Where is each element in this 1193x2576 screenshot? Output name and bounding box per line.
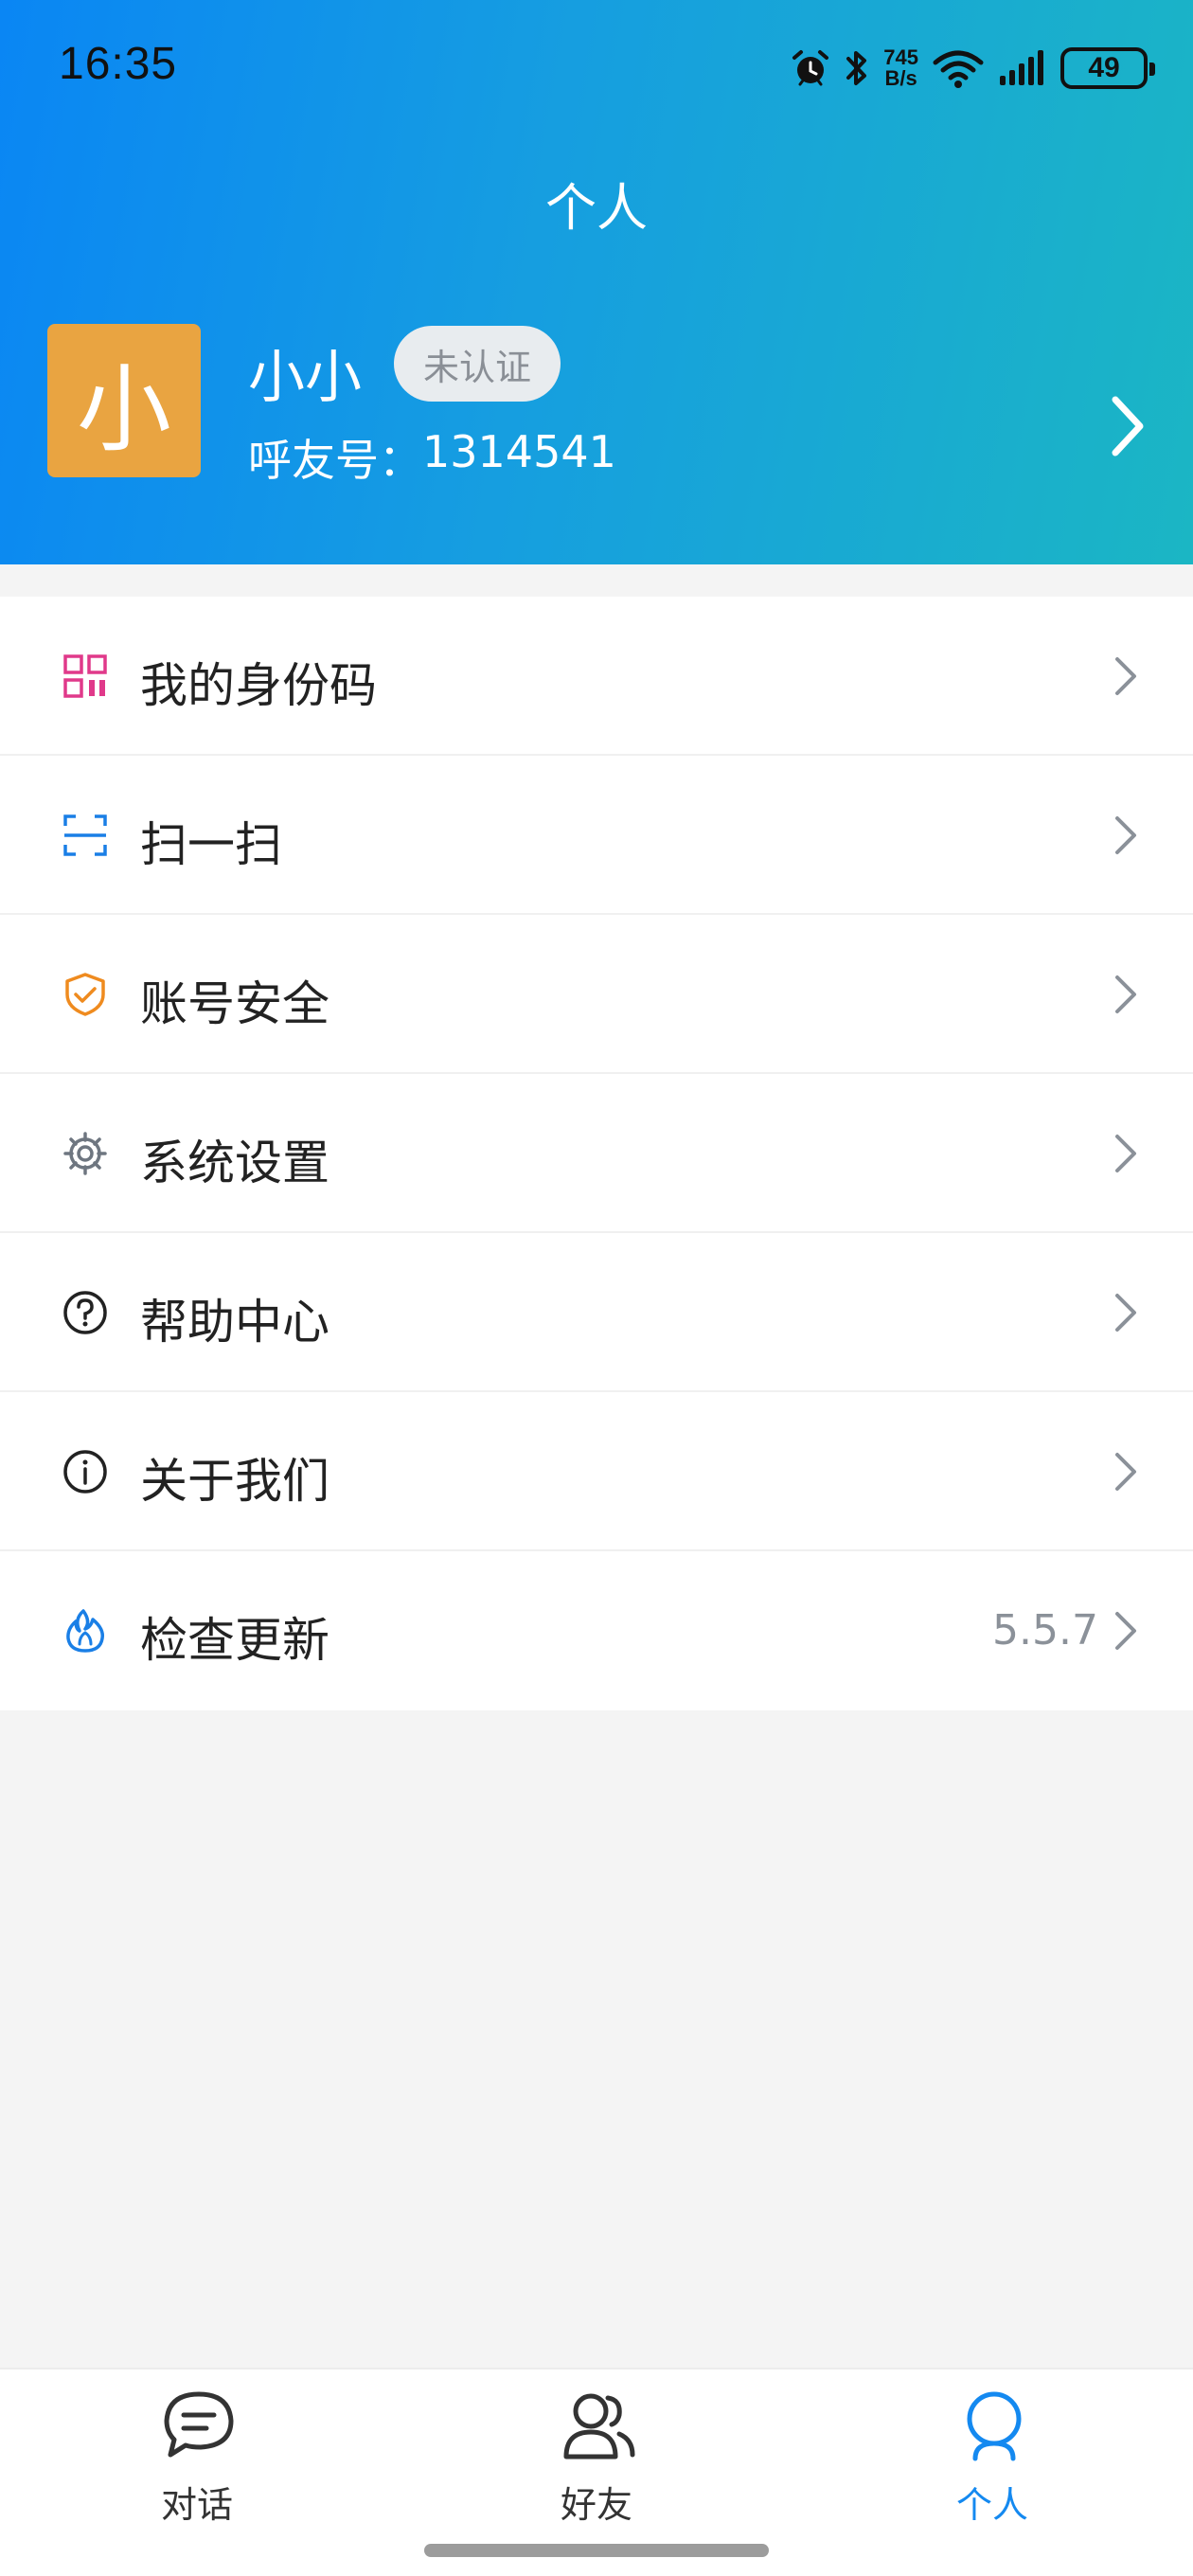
person-icon	[967, 2391, 1022, 2461]
avatar[interactable]: 小	[47, 324, 201, 477]
chevron-right-icon	[1115, 657, 1136, 695]
header: 16:35 745 B/s 49 个人 小 小小 未认证 呼友号： 131454…	[0, 0, 1193, 564]
home-indicator[interactable]	[424, 2544, 769, 2557]
menu-item-label: 扫一扫	[140, 817, 282, 872]
chevron-right-icon	[1115, 1612, 1136, 1650]
wifi-icon	[933, 50, 984, 88]
menu-item-label: 我的身份码	[140, 658, 377, 713]
profile-id: 呼友号： 1314541	[248, 426, 616, 489]
chevron-right-icon	[1115, 1453, 1136, 1491]
menu-item-label: 账号安全	[140, 976, 329, 1031]
tab-label: 好友	[560, 2484, 632, 2526]
menu-item-label: 系统设置	[140, 1136, 329, 1190]
flame-icon	[66, 1609, 105, 1653]
menu-item-check-update[interactable]: 检查更新 5.5.7	[0, 1551, 1193, 1710]
chat-bubble-icon	[164, 2391, 234, 2458]
net-speed: 745 B/s	[883, 47, 918, 89]
chevron-right-icon	[1115, 816, 1136, 854]
tab-friends[interactable]: 好友	[502, 2388, 691, 2531]
status-icons: 745 B/s 49	[791, 42, 1155, 95]
verify-status-badge[interactable]: 未认证	[394, 326, 561, 402]
menu-item-label: 帮助中心	[140, 1295, 329, 1350]
bluetooth-icon	[846, 51, 867, 85]
friends-icon	[563, 2393, 635, 2460]
status-time: 16:35	[59, 39, 178, 89]
menu-item-about-us[interactable]: 关于我们	[0, 1392, 1193, 1551]
question-icon	[63, 1291, 107, 1334]
chevron-right-icon[interactable]	[1098, 388, 1155, 464]
chevron-right-icon	[1115, 1294, 1136, 1332]
profile-card[interactable]: 小 小小 未认证 呼友号： 1314541	[0, 313, 1193, 564]
version-value: 5.5.7	[992, 1606, 1098, 1655]
menu-item-account-security[interactable]: 账号安全	[0, 915, 1193, 1074]
page-title: 个人	[545, 178, 648, 238]
alarm-icon	[792, 50, 829, 86]
battery-level: 49	[1088, 52, 1120, 83]
tab-chat[interactable]: 对话	[102, 2388, 292, 2531]
signal-icon	[1000, 50, 1043, 85]
net-speed-unit: B/s	[884, 66, 917, 90]
scan-icon	[63, 814, 107, 856]
chevron-right-icon	[1115, 1135, 1136, 1172]
profile-name: 小小	[248, 345, 362, 411]
tab-personal[interactable]: 个人	[898, 2388, 1087, 2531]
battery-icon: 49	[1060, 47, 1155, 89]
menu-item-label: 关于我们	[140, 1454, 329, 1509]
menu-item-id-code[interactable]: 我的身份码	[0, 597, 1193, 756]
status-bar: 16:35 745 B/s 49	[0, 0, 1193, 137]
qr-code-icon	[63, 654, 107, 698]
menu-item-label: 检查更新	[140, 1613, 329, 1668]
profile-id-label: 呼友号：	[248, 435, 422, 486]
tab-label: 个人	[955, 2484, 1028, 2526]
menu-list: 我的身份码 扫一扫 账号安全 系统设置 帮助中心 关于我们 检查更新 5.5.7	[0, 597, 1193, 1710]
tab-label: 对话	[160, 2484, 233, 2526]
menu-item-system-settings[interactable]: 系统设置	[0, 1074, 1193, 1233]
info-icon	[63, 1450, 107, 1494]
shield-check-icon	[65, 973, 105, 1016]
chevron-right-icon	[1115, 975, 1136, 1013]
gear-icon	[63, 1132, 107, 1175]
profile-id-value: 1314541	[422, 426, 616, 477]
menu-item-help-center[interactable]: 帮助中心	[0, 1233, 1193, 1392]
menu-item-scan[interactable]: 扫一扫	[0, 756, 1193, 915]
net-speed-value: 745	[883, 45, 918, 69]
